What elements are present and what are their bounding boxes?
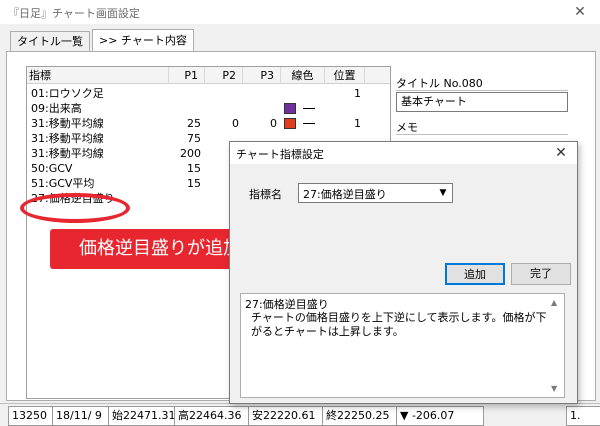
description-title: 27:価格逆目盛り — [245, 298, 329, 311]
title-section: タイトル No.080 基本チャート — [396, 76, 568, 114]
status-change: ▼ -206.07 — [396, 406, 484, 426]
indicator-p1: 75 — [187, 132, 201, 145]
header-position[interactable]: 位置 — [325, 67, 365, 84]
indicator-p1 — [171, 86, 201, 101]
indicator-name: 09:出来高 — [31, 102, 82, 115]
indicator-name: 51:GCV平均 — [31, 177, 95, 190]
status-open: 始22471.31 — [108, 406, 180, 426]
indicator-select-value: 27:価格逆目盛り — [303, 188, 387, 201]
indicator-position — [327, 101, 361, 116]
indicator-name: 31:移動平均線 — [31, 132, 104, 145]
list-header: 指標 P1 P2 P3 線色 位置 — [27, 67, 390, 84]
status-high: 高22464.36 — [174, 406, 254, 426]
line-style-icon — [303, 116, 319, 131]
dialog-title: チャート指標設定 — [236, 148, 324, 161]
title-number-label: タイトル No.080 — [396, 76, 568, 91]
status-code: 13250 — [8, 406, 58, 426]
status-extra: 1. — [566, 406, 600, 426]
window-title: 『日足』チャート画面設定 — [8, 7, 140, 20]
header-p2[interactable]: P2 — [205, 67, 243, 84]
tab-strip: タイトル一覧 >> チャート内容 — [6, 29, 596, 52]
close-icon[interactable]: ✕ — [571, 3, 589, 21]
memo-label: メモ — [396, 120, 568, 135]
chevron-down-icon[interactable]: ▼ — [435, 185, 451, 201]
status-bar: 13250 18/11/ 9 始22471.31 高22464.36 安2222… — [0, 403, 600, 426]
indicator-p1: 15 — [187, 162, 201, 175]
indicator-p1: 200 — [180, 147, 201, 160]
indicator-p2: 0 — [232, 117, 239, 130]
line-style-icon — [303, 101, 319, 116]
header-p3[interactable]: P3 — [243, 67, 281, 84]
status-close: 終22250.25 — [322, 406, 402, 426]
indicator-p1 — [171, 101, 201, 116]
scroll-up-icon[interactable]: ▲ — [551, 298, 557, 307]
indicator-p2 — [205, 86, 239, 101]
line-color-swatch — [284, 103, 296, 114]
status-date: 18/11/ 9 — [52, 406, 114, 426]
indicator-name: 50:GCV — [31, 162, 73, 175]
indicator-p1 — [171, 191, 201, 206]
indicator-name: 31:移動平均線 — [31, 147, 104, 160]
indicator-p3: 0 — [270, 117, 277, 130]
header-color[interactable]: 線色 — [281, 67, 325, 84]
indicator-p3 — [243, 101, 277, 116]
description-scrollbar[interactable]: ▲ ▼ — [548, 296, 564, 397]
list-item[interactable]: 01:ロウソク足 1 — [27, 86, 390, 101]
done-button[interactable]: 完了 — [511, 263, 571, 285]
description-text: チャートの価格目盛りを上下逆にして表示します。価格が下がるとチャートは上昇します… — [251, 311, 547, 338]
indicator-p1: 25 — [187, 117, 201, 130]
list-item[interactable]: 31:移動平均線 25 0 0 1 — [27, 116, 390, 131]
scroll-down-icon[interactable]: ▼ — [551, 384, 557, 393]
description-box: 27:価格逆目盛り チャートの価格目盛りを上下逆にして表示します。価格が下がると… — [240, 293, 565, 398]
window-titlebar: 『日足』チャート画面設定 ✕ — [0, 0, 600, 24]
indicator-p3 — [243, 86, 277, 101]
title-input[interactable]: 基本チャート — [396, 92, 568, 112]
highlight-ellipse — [20, 193, 130, 223]
indicator-name-label: 指標名 — [249, 188, 282, 201]
indicator-p1: 15 — [187, 177, 201, 190]
line-color-swatch — [284, 118, 296, 129]
dialog-titlebar: チャート指標設定 ✕ — [230, 142, 577, 164]
tab-chart-content[interactable]: >> チャート内容 — [92, 29, 194, 52]
indicator-settings-dialog: チャート指標設定 ✕ 指標名 27:価格逆目盛り ▼ 追加 完了 27:価格逆目… — [229, 141, 578, 404]
indicator-name: 01:ロウソク足 — [31, 87, 104, 100]
indicator-p2 — [205, 101, 239, 116]
indicator-select[interactable]: 27:価格逆目盛り ▼ — [298, 183, 453, 203]
list-item[interactable]: 09:出来高 — [27, 101, 390, 116]
add-button[interactable]: 追加 — [445, 263, 505, 285]
header-p1[interactable]: P1 — [169, 67, 205, 84]
indicator-position: 1 — [354, 117, 361, 130]
indicator-position: 1 — [354, 87, 361, 100]
close-icon[interactable]: ✕ — [552, 144, 570, 162]
header-name[interactable]: 指標 — [27, 67, 169, 84]
status-low: 安22220.61 — [248, 406, 328, 426]
indicator-name: 31:移動平均線 — [31, 117, 104, 130]
tab-title-list[interactable]: タイトル一覧 — [10, 31, 90, 52]
